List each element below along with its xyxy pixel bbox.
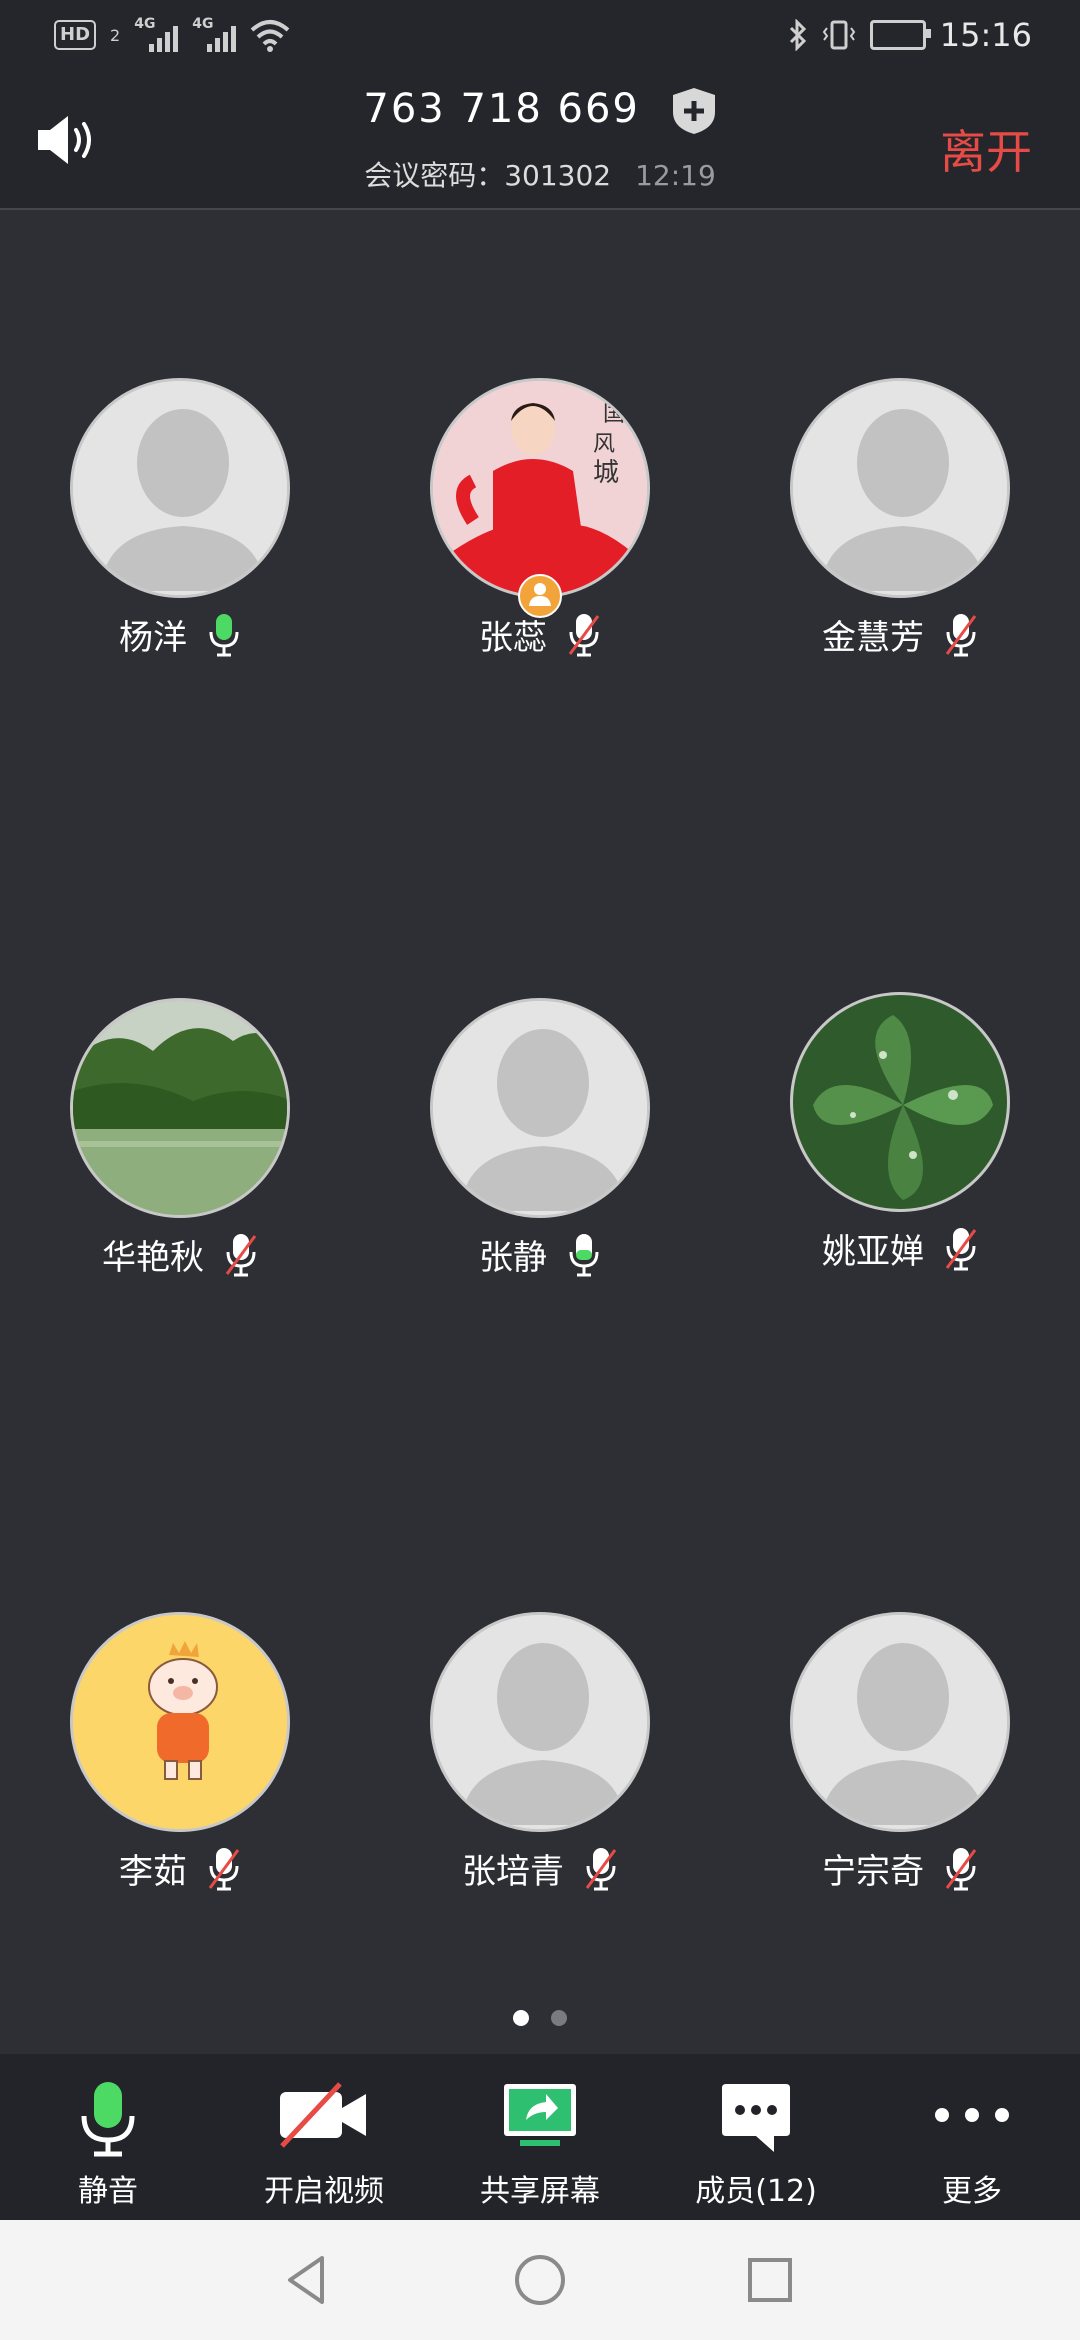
meeting-info: 会议密码：301302 12:19 (0, 154, 1080, 194)
mic-muted-icon (568, 613, 600, 656)
status-time: 15:16 (939, 16, 1032, 54)
participant-tile[interactable]: 张静 (390, 998, 690, 1279)
share-screen-icon (504, 2084, 576, 2146)
meeting-id-row: 763 718 669 (0, 86, 1080, 136)
default-avatar (70, 378, 290, 598)
signal-icon: 4G (192, 16, 237, 52)
participant-tile[interactable]: 李茹 (30, 1612, 330, 1893)
host-badge-icon (518, 574, 562, 618)
participant-tile[interactable]: 杨洋 (30, 378, 330, 659)
mic-muted-icon (208, 1847, 240, 1890)
default-avatar (790, 1612, 1010, 1832)
participant-name: 华艳秋 (102, 1238, 204, 1278)
video-label: 开启视频 (264, 2174, 384, 2209)
meeting-id: 763 718 669 (363, 86, 640, 132)
mute-label: 静音 (78, 2174, 138, 2209)
meeting-toolbar: 静音 开启视频 共享屏幕 成员(12) 更多 (0, 2054, 1080, 2220)
share-screen-button[interactable]: 共享屏幕 (432, 2054, 648, 2220)
home-icon[interactable] (510, 2250, 570, 2310)
recents-icon[interactable] (740, 2250, 800, 2310)
participant-name: 李茹 (119, 1852, 187, 1892)
status-left: HD 2 4G 4G (54, 16, 290, 52)
sim-slot-label: 2 (110, 25, 121, 45)
status-right: 15:16 (788, 16, 1032, 54)
participant-tile[interactable]: 姚亚婵 (750, 992, 1050, 1273)
system-nav-bar (0, 2220, 1080, 2340)
mic-muted-icon (225, 1233, 257, 1276)
participant-name: 杨洋 (119, 618, 187, 658)
password-label: 会议密码： (364, 159, 505, 192)
participant-tile[interactable]: 金慧芳 (750, 378, 1050, 659)
start-video-button[interactable]: 开启视频 (216, 2054, 432, 2220)
participant-tile[interactable]: 张培青 (390, 1612, 690, 1893)
mic-muted-icon (585, 1847, 617, 1890)
participant-tile[interactable]: 国 风 城 张蕊 (390, 378, 690, 659)
avatar-photo-lake (70, 998, 290, 1218)
mic-icon (81, 2082, 135, 2157)
participant-name: 金慧芳 (822, 618, 924, 658)
avatar-photo-girl: 国 风 城 (430, 378, 650, 598)
default-avatar (790, 378, 1010, 598)
svg-text:城: 城 (593, 458, 619, 488)
mic-on-icon (569, 1233, 599, 1276)
svg-text:国: 国 (603, 402, 625, 427)
status-bar: HD 2 4G 4G 15:16 (0, 0, 1080, 72)
members-label: 成员(12) (695, 2174, 817, 2209)
video-off-icon (280, 2082, 366, 2148)
participant-name: 姚亚婵 (822, 1232, 924, 1272)
bluetooth-icon (789, 19, 806, 51)
signal-icon: 4G (134, 16, 179, 52)
share-label: 共享屏幕 (480, 2174, 600, 2209)
participant-tile[interactable]: 宁宗奇 (750, 1612, 1050, 1893)
avatar-photo-clover (790, 992, 1010, 1212)
wifi-icon (250, 20, 290, 52)
more-button[interactable]: 更多 (864, 2054, 1080, 2220)
vibrate-icon (822, 20, 856, 50)
avatar-pig-cartoon (70, 1612, 290, 1832)
mic-on-icon (209, 613, 239, 656)
page-dot-active[interactable] (513, 2010, 529, 2026)
participant-tile[interactable]: 华艳秋 (30, 998, 330, 1279)
default-avatar (430, 998, 650, 1218)
participant-name: 宁宗奇 (822, 1852, 924, 1892)
page-dot[interactable] (551, 2010, 567, 2026)
participant-name: 张静 (479, 1238, 547, 1278)
more-label: 更多 (942, 2174, 1002, 2209)
meeting-password: 301302 (504, 159, 612, 192)
battery-icon (869, 20, 931, 50)
leave-button[interactable]: 离开 (940, 116, 1032, 182)
members-button[interactable]: 成员(12) (648, 2054, 864, 2220)
back-icon[interactable] (278, 2250, 338, 2310)
mute-button[interactable]: 静音 (0, 2054, 216, 2220)
meeting-header: 763 718 669 会议密码：301302 12:19 离开 (0, 72, 1080, 210)
meeting-duration: 12:19 (635, 159, 716, 192)
mic-muted-icon (945, 613, 977, 656)
more-icon (935, 2108, 1009, 2122)
hd-icon: HD (54, 20, 97, 50)
mic-muted-icon (945, 1847, 977, 1890)
participant-name: 张培青 (462, 1852, 564, 1892)
shield-icon[interactable] (671, 86, 717, 136)
default-avatar (430, 1612, 650, 1832)
mic-muted-icon (945, 1227, 977, 1270)
page-indicator[interactable] (0, 2010, 1080, 2026)
svg-text:风: 风 (593, 432, 615, 457)
chat-bubble-icon (722, 2084, 790, 2152)
